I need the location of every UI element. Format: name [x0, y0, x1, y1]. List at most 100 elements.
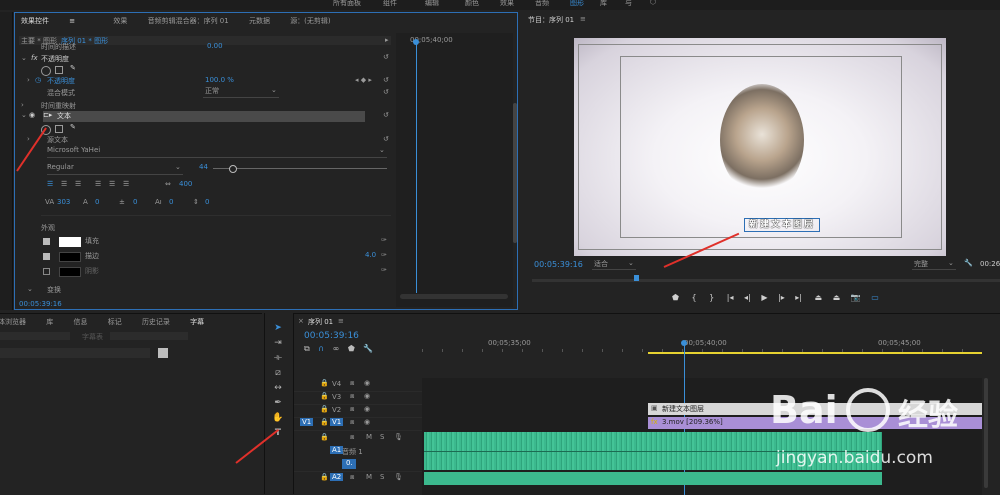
captions-field-a[interactable] [0, 332, 70, 340]
snap-icon[interactable]: ∩ [318, 344, 324, 353]
captions-field-b[interactable] [110, 332, 188, 340]
lock-icon[interactable]: 🔒 [320, 418, 329, 426]
chevron-right-icon[interactable]: › [27, 135, 30, 143]
sync-lock-icon[interactable]: ⧈ [350, 418, 354, 427]
track-select-tool-icon[interactable]: ⇥ [272, 338, 284, 349]
chevron-down-icon[interactable]: ⌄ [27, 285, 33, 293]
slider-handle-icon[interactable] [229, 165, 237, 173]
solo-icon[interactable]: S [380, 473, 384, 481]
close-icon[interactable]: × [298, 317, 304, 325]
program-playhead-icon[interactable] [634, 275, 639, 281]
stroke-swatch[interactable] [59, 252, 81, 262]
slip-tool-icon[interactable]: ↔ [272, 383, 284, 394]
tab-markers[interactable]: 标记 [108, 318, 122, 326]
menu-icon[interactable]: ≡ [338, 317, 344, 325]
tab-captions[interactable]: 字幕 [190, 318, 204, 326]
stroke-checkbox[interactable] [43, 253, 50, 260]
font-size-slider[interactable] [213, 168, 387, 169]
effect-controls-timecode[interactable]: 00:05:39:16 [19, 300, 62, 308]
solo-icon[interactable]: S [380, 433, 384, 441]
captions-field-c[interactable] [0, 348, 150, 358]
lock-icon[interactable]: 🔒 [320, 392, 329, 400]
track-label[interactable]: A2 [330, 473, 344, 481]
rect-mask-icon[interactable] [55, 66, 63, 74]
mute-icon[interactable]: M [366, 433, 372, 441]
work-area-bar[interactable] [648, 352, 982, 354]
add-marker-icon[interactable]: ⬟ [672, 293, 679, 302]
tracking-value[interactable]: 400 [179, 180, 192, 188]
mute-icon[interactable]: M [366, 473, 372, 481]
lock-icon[interactable]: 🔒 [320, 405, 329, 413]
step-forward-icon[interactable]: |▸ [778, 293, 785, 302]
chevron-down-icon[interactable]: ⌄ [21, 54, 27, 62]
source-patch-v1[interactable]: V1 [300, 418, 314, 426]
mark-out-icon[interactable]: } [709, 293, 714, 302]
reset-icon[interactable]: ↺ [383, 135, 389, 143]
eyedropper-icon[interactable]: ✑ [381, 236, 387, 244]
fill-checkbox[interactable] [43, 238, 50, 245]
align-right-icon[interactable]: ☰ [75, 180, 81, 188]
align-center-icon[interactable]: ☰ [61, 180, 67, 188]
tab-history[interactable]: 历史记录 [142, 318, 170, 326]
menu-item[interactable]: 组件 [383, 0, 397, 8]
extract-icon[interactable]: ⏏ [833, 293, 841, 302]
baseline-value[interactable]: 0 [133, 198, 137, 206]
play-icon[interactable]: ▶ [761, 293, 767, 302]
eye-icon[interactable]: ◉ [29, 111, 35, 119]
wrench-icon[interactable]: 🔧 [964, 259, 973, 267]
keyframe-nav-icon[interactable]: ◂ ◆ ▸ [355, 76, 372, 84]
tab-effect-controls[interactable]: 效果控件 ≡ [21, 17, 93, 25]
export-frame-icon[interactable]: 📷 [851, 293, 861, 302]
justify-center-icon[interactable]: ☰ [109, 180, 115, 188]
tab-source[interactable]: 源：(无剪辑) [290, 17, 330, 25]
track-label[interactable]: V1 [330, 418, 344, 426]
eye-icon[interactable]: ◉ [364, 418, 370, 426]
blend-mode-select[interactable]: 正常 ⌄ [203, 86, 279, 98]
pen-tool-icon[interactable]: ✒ [272, 398, 284, 409]
pen-mask-icon[interactable]: ✎ [70, 64, 76, 72]
sync-lock-icon[interactable]: ⧈ [350, 405, 354, 414]
rect-mask-icon[interactable] [55, 125, 63, 133]
reset-icon[interactable]: ↺ [383, 88, 389, 96]
menu-item[interactable]: 与 [625, 0, 632, 8]
compare-view-icon[interactable]: ▭ [871, 293, 879, 302]
tab-audio-mixer[interactable]: 音频剪辑混合器：序列 01 [148, 17, 229, 25]
go-to-out-icon[interactable]: ▸| [795, 293, 802, 302]
reset-icon[interactable]: ↺ [383, 111, 389, 119]
menu-item[interactable]: ⬡ [650, 0, 656, 6]
sync-lock-icon[interactable]: ⧈ [350, 473, 354, 482]
collapsed-top-value[interactable]: 0.00 [207, 42, 223, 50]
shadow-swatch[interactable] [59, 267, 81, 277]
fill-swatch[interactable] [59, 237, 81, 247]
effect-timeline-scrollbar[interactable] [400, 294, 508, 299]
ripple-edit-tool-icon[interactable]: ⟛ [272, 353, 284, 364]
razor-tool-icon[interactable]: ⧄ [272, 368, 284, 379]
go-to-in-icon[interactable]: |◂ [727, 293, 734, 302]
tsume-value[interactable]: 0 [169, 198, 173, 206]
play-only-icon[interactable]: ▸ [385, 36, 389, 44]
kerning-value[interactable]: 303 [57, 198, 70, 206]
stopwatch-icon[interactable]: ◷ [35, 76, 41, 84]
menu-item[interactable]: 颜色 [465, 0, 479, 8]
nest-icon[interactable]: ⧉ [304, 344, 310, 353]
quality-select[interactable]: 完整 ⌄ [912, 259, 956, 270]
microphone-icon[interactable]: 🎙 [394, 433, 403, 441]
leading-value[interactable]: 0 [95, 198, 99, 206]
zoom-select[interactable]: 适合 ⌄ [592, 259, 636, 270]
menu-item[interactable]: 所有面板 [333, 0, 361, 8]
pen-mask-icon[interactable]: ✎ [70, 123, 76, 131]
font-select[interactable]: Microsoft YaHei ⌄ [47, 146, 387, 158]
lock-icon[interactable]: 🔒 [320, 379, 329, 387]
tab-metadata[interactable]: 元数据 [249, 17, 270, 25]
ellipse-mask-icon[interactable] [41, 66, 51, 76]
tab-media-browser[interactable]: 体浏览器 [0, 318, 26, 326]
linked-selection-icon[interactable]: ∞ [333, 344, 340, 353]
step-back-icon[interactable]: ◂| [744, 293, 751, 302]
tab-info[interactable]: 信息 [73, 318, 87, 326]
justify-all-icon[interactable]: ☰ [123, 180, 129, 188]
sync-lock-icon[interactable]: ⧈ [350, 379, 354, 388]
shadow-checkbox[interactable] [43, 268, 50, 275]
eye-icon[interactable]: ◉ [364, 379, 370, 387]
mark-in-icon[interactable]: { [692, 293, 697, 302]
font-style-select[interactable]: Regular ⌄ [47, 163, 183, 175]
